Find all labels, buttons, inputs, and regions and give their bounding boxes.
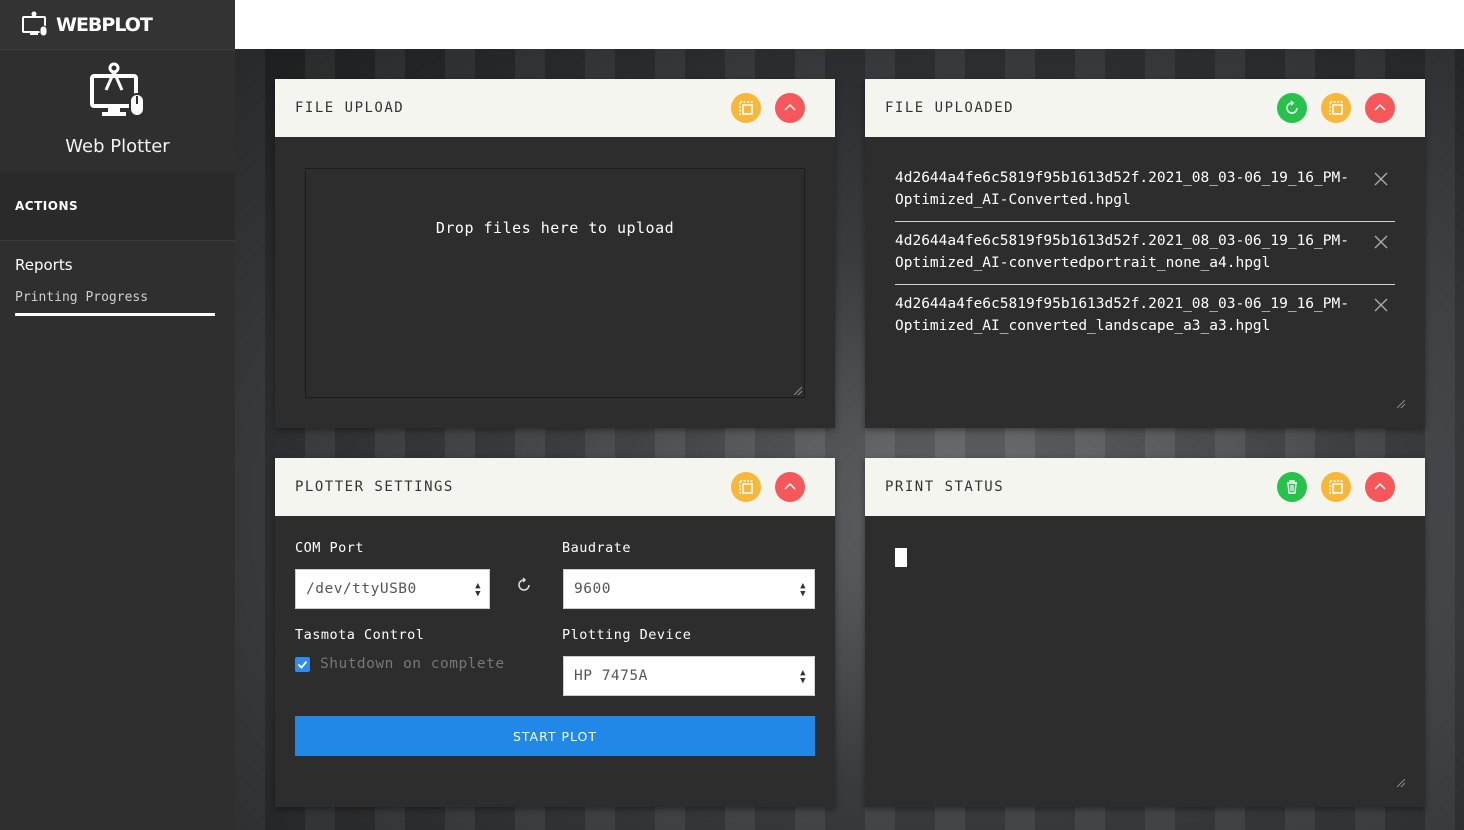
refresh-ports-icon[interactable]: [515, 576, 533, 594]
plotter-logo-icon: [22, 11, 48, 36]
brand-name: WEBPLOT: [56, 13, 153, 36]
file-name: 4d2644a4fe6c5819f95b1613d52f.2021_08_03-…: [895, 170, 1349, 208]
file-name: 4d2644a4fe6c5819f95b1613d52f.2021_08_03-…: [895, 296, 1349, 334]
baudrate-value: 9600: [574, 581, 611, 597]
panel-title: PRINT STATUS: [885, 479, 1005, 495]
shutdown-checkbox[interactable]: [295, 657, 310, 672]
expand-icon: [1329, 480, 1343, 494]
panel-title: PLOTTER SETTINGS: [295, 479, 454, 495]
expand-button[interactable]: [731, 472, 761, 502]
collapse-button[interactable]: [775, 472, 805, 502]
collapse-button[interactable]: [1365, 472, 1395, 502]
resize-handle[interactable]: [794, 387, 802, 395]
expand-icon: [1329, 101, 1343, 115]
file-item[interactable]: 4d2644a4fe6c5819f95b1613d52f.2021_08_03-…: [895, 285, 1395, 347]
trash-icon: [1287, 480, 1297, 494]
close-icon[interactable]: [1373, 297, 1389, 313]
close-icon[interactable]: [1373, 171, 1389, 187]
panel-actions: [1277, 472, 1395, 502]
panel-header: FILE UPLOAD: [275, 79, 835, 137]
device-label: Plotting Device: [562, 627, 692, 643]
select-arrows-icon: ▲ ▼: [800, 581, 806, 599]
dropzone[interactable]: Drop files here to upload: [305, 168, 805, 398]
collapse-button[interactable]: [1365, 93, 1395, 123]
panel-actions: [731, 472, 805, 502]
refresh-icon: [1286, 100, 1298, 114]
chevron-up-icon: [1374, 482, 1386, 490]
resize-handle[interactable]: [1397, 779, 1405, 787]
expand-button[interactable]: [1321, 472, 1351, 502]
refresh-files-button[interactable]: [1277, 93, 1307, 123]
expand-button[interactable]: [1321, 93, 1351, 123]
device-select[interactable]: HP 7475A ▲ ▼: [563, 656, 815, 696]
select-arrows-icon: ▲ ▼: [800, 668, 806, 686]
resize-handle[interactable]: [1397, 400, 1405, 408]
baudrate-label: Baudrate: [562, 540, 632, 556]
com-port-value: /dev/ttyUSB0: [306, 581, 417, 597]
device-value: HP 7475A: [574, 668, 648, 684]
expand-icon: [739, 101, 753, 115]
print-status-panel: PRINT STATUS: [865, 458, 1425, 807]
panel-actions: [731, 93, 805, 123]
sidebar: WEBPLOT Web Plotter ACTIONS Reports Prin…: [0, 0, 235, 830]
file-item[interactable]: 4d2644a4fe6c5819f95b1613d52f.2021_08_03-…: [895, 159, 1395, 222]
collapse-button[interactable]: [775, 93, 805, 123]
plotter-settings-panel: PLOTTER SETTINGS COM Port /dev/ttyUSB0 ▲…: [275, 458, 835, 807]
panel-title: FILE UPLOAD: [295, 100, 405, 116]
chevron-up-icon: [1374, 103, 1386, 111]
plotter-avatar-icon: [89, 62, 145, 117]
sidebar-section-actions: ACTIONS: [0, 172, 235, 241]
panel-header: PRINT STATUS: [865, 458, 1425, 516]
file-list: 4d2644a4fe6c5819f95b1613d52f.2021_08_03-…: [895, 159, 1395, 347]
start-plot-button[interactable]: START PLOT: [295, 716, 815, 756]
file-uploaded-panel: FILE UPLOADED 4d2644a4fe6c5819f95b1613d5…: [865, 79, 1425, 428]
select-arrows-icon: ▲ ▼: [475, 581, 481, 599]
baudrate-select[interactable]: 9600 ▲ ▼: [563, 569, 815, 609]
close-icon[interactable]: [1373, 234, 1389, 250]
panel-header: FILE UPLOADED: [865, 79, 1425, 137]
file-upload-panel: FILE UPLOAD Drop files here to upload: [275, 79, 835, 428]
expand-icon: [739, 480, 753, 494]
file-item[interactable]: 4d2644a4fe6c5819f95b1613d52f.2021_08_03-…: [895, 222, 1395, 285]
panel-header: PLOTTER SETTINGS: [275, 458, 835, 516]
dropzone-text: Drop files here to upload: [435, 219, 675, 237]
top-bar: [235, 0, 1464, 49]
shutdown-label[interactable]: Shutdown on complete: [320, 656, 505, 672]
expand-button[interactable]: [731, 93, 761, 123]
sidebar-item-printing-progress[interactable]: Printing Progress: [15, 290, 215, 316]
checkmark-icon: [297, 660, 308, 669]
profile-name: Web Plotter: [65, 136, 170, 157]
brand[interactable]: WEBPLOT: [0, 0, 235, 50]
sidebar-item-reports[interactable]: Reports: [0, 241, 235, 274]
terminal-cursor: [895, 548, 907, 567]
panel-actions: [1277, 93, 1395, 123]
com-port-label: COM Port: [295, 540, 365, 556]
clear-status-button[interactable]: [1277, 472, 1307, 502]
chevron-up-icon: [784, 103, 796, 111]
com-port-select[interactable]: /dev/ttyUSB0 ▲ ▼: [295, 569, 490, 609]
tasmota-label: Tasmota Control: [295, 627, 425, 643]
profile: Web Plotter: [0, 50, 235, 172]
chevron-up-icon: [784, 482, 796, 490]
file-name: 4d2644a4fe6c5819f95b1613d52f.2021_08_03-…: [895, 233, 1349, 271]
panel-title: FILE UPLOADED: [885, 100, 1015, 116]
